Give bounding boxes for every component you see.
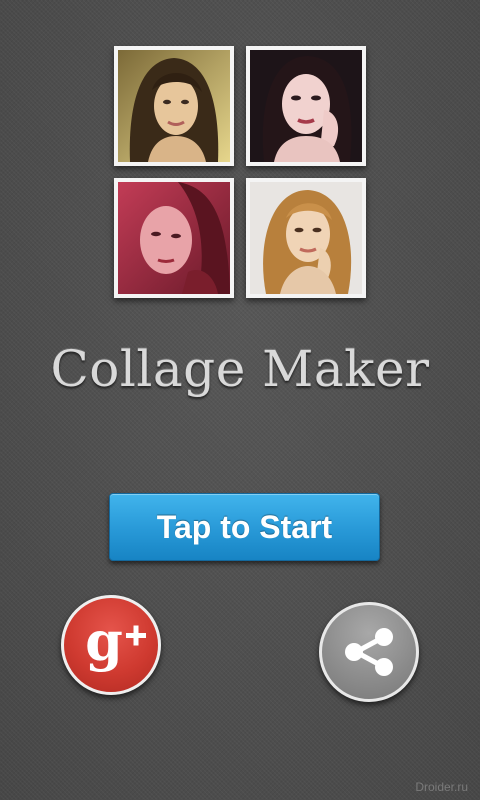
photo-thumbnail-2 bbox=[246, 46, 366, 166]
app-title: Collage Maker bbox=[50, 340, 430, 398]
google-plus-button[interactable]: g bbox=[61, 595, 161, 695]
portrait-image-4 bbox=[250, 182, 362, 294]
photo-preview-grid bbox=[114, 46, 366, 300]
watermark: Droider.ru bbox=[415, 780, 468, 794]
share-icon bbox=[345, 628, 393, 676]
portrait-image-3 bbox=[118, 182, 230, 294]
svg-text:g: g bbox=[85, 609, 123, 673]
portrait-image-2 bbox=[250, 50, 362, 162]
photo-thumbnail-4 bbox=[246, 178, 366, 298]
photo-thumbnail-3 bbox=[114, 178, 234, 298]
share-button[interactable] bbox=[319, 602, 419, 702]
google-plus-icon: g bbox=[85, 609, 146, 673]
tap-to-start-button[interactable]: Tap to Start bbox=[109, 493, 380, 561]
portrait-image-1 bbox=[118, 50, 230, 162]
photo-thumbnail-1 bbox=[114, 46, 234, 166]
